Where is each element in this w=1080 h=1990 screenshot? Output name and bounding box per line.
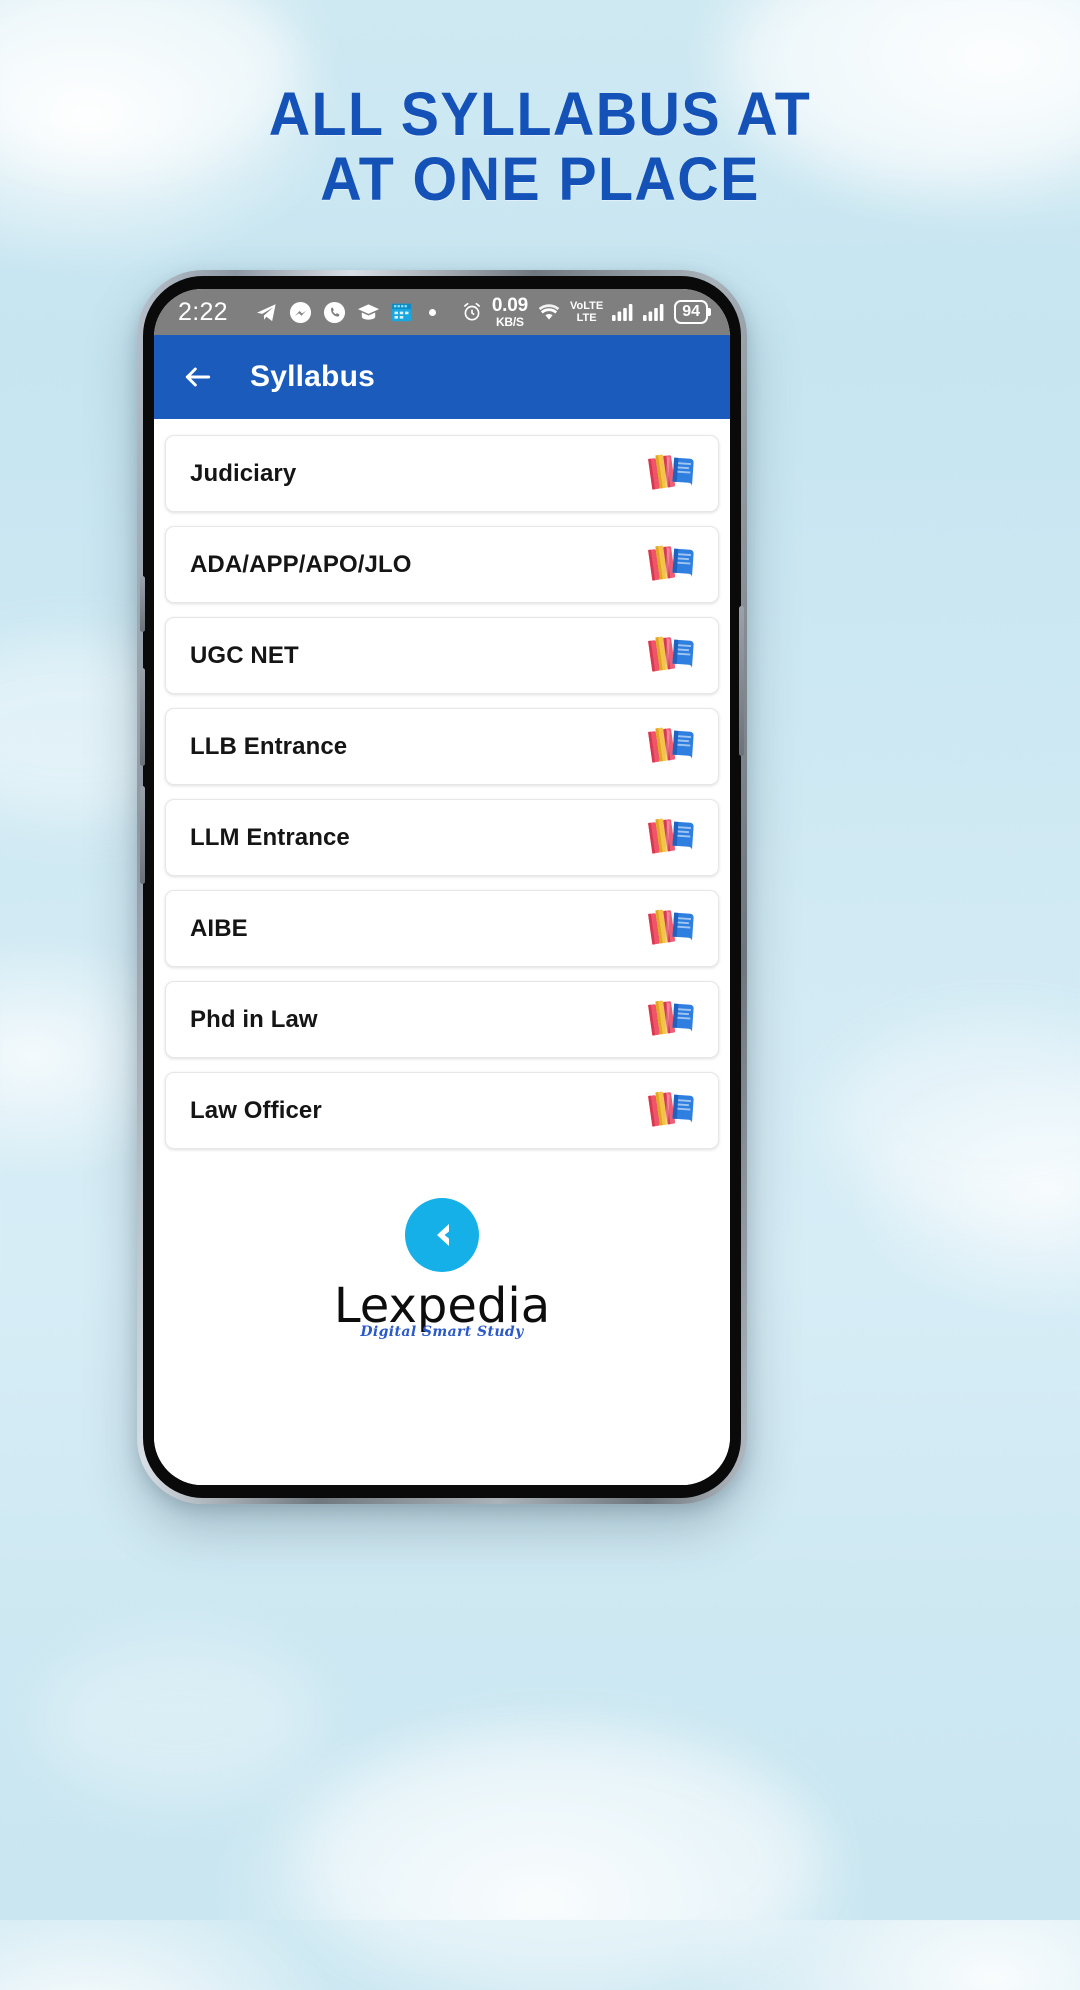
back-button[interactable]: [176, 355, 220, 399]
syllabus-item-label: Judiciary: [190, 459, 297, 487]
signal-bars-icon: [612, 303, 634, 321]
phone-power-button: [739, 606, 744, 756]
books-icon: [648, 636, 694, 672]
wifi-icon: [537, 302, 561, 322]
books-icon: [648, 545, 694, 581]
cloud-decoration: [300, 1730, 820, 1990]
messenger-icon: [289, 301, 312, 324]
page-title: Syllabus: [250, 360, 375, 393]
volte-label-bottom: LTE: [576, 311, 597, 324]
network-speed-unit: KB/S: [495, 315, 524, 329]
syllabus-list-item[interactable]: Judiciary: [165, 435, 719, 512]
books-icon: [646, 538, 702, 591]
status-bar-clock: 2:22: [178, 297, 228, 326]
books-icon: [648, 727, 694, 763]
graduation-cap-icon: [357, 302, 380, 322]
app-footer-branding: Lexpedia Digital Smart Study: [154, 1163, 730, 1485]
phone-mockup-frame: 2:22 0.09 KB/S VoLTE LTE 94 Syllabus Jud…: [137, 270, 747, 1504]
headline-line-1: ALL SYLLABUS AT: [268, 80, 812, 148]
syllabus-list-item[interactable]: LLB Entrance: [165, 708, 719, 785]
promo-headline: ALL SYLLABUS AT AT ONE PLACE: [32, 82, 1047, 211]
books-icon: [646, 811, 702, 864]
volte-indicator: VoLTE LTE: [570, 299, 604, 324]
syllabus-item-label: LLM Entrance: [190, 823, 350, 851]
cloud-decoration: [40, 1640, 320, 1800]
books-icon: [648, 454, 694, 490]
phone-volume-down-button: [140, 786, 145, 884]
syllabus-list: Judiciary ADA/APP/APO/JLO UGC NET LLB En…: [154, 419, 730, 1163]
lexpedia-logo-icon: [405, 1198, 479, 1272]
syllabus-list-item[interactable]: Phd in Law: [165, 981, 719, 1058]
phone-side-button: [140, 576, 145, 632]
syllabus-item-label: UGC NET: [190, 641, 299, 669]
syllabus-item-label: ADA/APP/APO/JLO: [190, 550, 412, 578]
signal-bars-icon: [643, 303, 665, 321]
calendar-icon: [391, 302, 412, 323]
books-icon: [648, 1091, 694, 1127]
books-icon: [646, 447, 702, 500]
back-arrow-icon: [185, 367, 211, 387]
volte-label-top: VoLTE: [570, 299, 604, 312]
syllabus-item-label: LLB Entrance: [190, 732, 348, 760]
syllabus-item-label: Law Officer: [190, 1096, 322, 1124]
status-bar: 2:22 0.09 KB/S VoLTE LTE 94: [154, 289, 730, 335]
books-icon: [646, 902, 702, 955]
status-bar-right: 0.09 KB/S VoLTE LTE 94: [461, 296, 708, 328]
screen-content: Judiciary ADA/APP/APO/JLO UGC NET LLB En…: [154, 419, 730, 1485]
syllabus-list-item[interactable]: AIBE: [165, 890, 719, 967]
syllabus-list-item[interactable]: Law Officer: [165, 1072, 719, 1149]
syllabus-list-item[interactable]: UGC NET: [165, 617, 719, 694]
syllabus-item-label: AIBE: [190, 914, 248, 942]
syllabus-item-label: Phd in Law: [190, 1005, 318, 1033]
syllabus-list-item[interactable]: ADA/APP/APO/JLO: [165, 526, 719, 603]
network-speed-value: 0.09: [491, 295, 528, 316]
status-bar-left: 2:22: [178, 298, 461, 327]
app-bar: Syllabus: [154, 335, 730, 419]
books-icon: [648, 818, 694, 854]
phone-screen: 2:22 0.09 KB/S VoLTE LTE 94 Syllabus Jud…: [154, 289, 730, 1485]
cloud-decoration: [830, 1020, 1080, 1220]
chevron-left-icon: [437, 1224, 449, 1246]
phone-volume-up-button: [140, 668, 145, 766]
telegram-icon: [255, 301, 278, 324]
books-icon: [648, 909, 694, 945]
phone-bezel: 2:22 0.09 KB/S VoLTE LTE 94 Syllabus Jud…: [140, 276, 744, 1498]
syllabus-list-item[interactable]: LLM Entrance: [165, 799, 719, 876]
alarm-clock-icon: [461, 301, 483, 323]
books-icon: [648, 1000, 694, 1036]
whatsapp-icon: [323, 301, 346, 324]
books-icon: [646, 629, 702, 682]
battery-indicator: 94: [674, 299, 708, 325]
books-icon: [646, 993, 702, 1046]
books-icon: [646, 1084, 702, 1137]
dot-indicator-icon: [428, 308, 436, 316]
brand-tagline: Digital Smart Study: [360, 1324, 524, 1340]
books-icon: [646, 720, 702, 773]
headline-line-2: AT ONE PLACE: [320, 144, 760, 213]
network-speed-indicator: 0.09 KB/S: [492, 296, 528, 328]
